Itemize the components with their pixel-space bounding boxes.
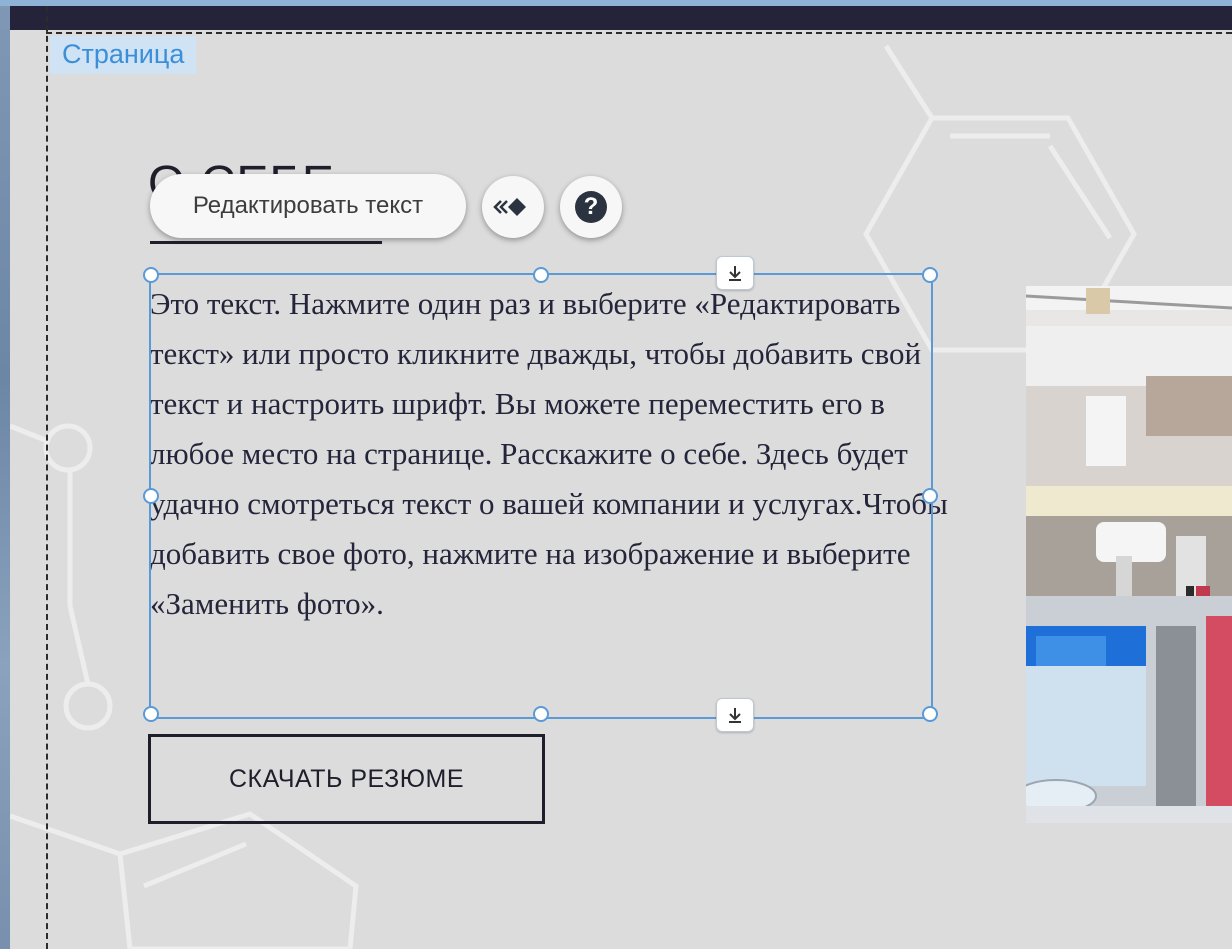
animation-button[interactable] xyxy=(482,176,544,238)
page-canvas[interactable]: Страница О СЕБЕ Это текст. Нажмите один … xyxy=(10,6,1232,949)
page-boundary-top xyxy=(46,32,1232,34)
page-boundary-left xyxy=(46,6,48,949)
resize-handle-top-left[interactable] xyxy=(143,267,159,283)
page-tag[interactable]: Страница xyxy=(50,36,197,74)
resize-handle-bottom-right[interactable] xyxy=(922,706,938,722)
lab-photo-illustration xyxy=(1026,286,1232,823)
lab-photo[interactable] xyxy=(1026,286,1232,823)
download-arrow-icon xyxy=(729,266,741,281)
resize-handle-right[interactable] xyxy=(922,488,938,504)
resize-handle-left[interactable] xyxy=(143,488,159,504)
stretch-bottom-button[interactable] xyxy=(716,698,754,732)
selection-frame[interactable] xyxy=(149,273,933,719)
edit-text-button[interactable]: Редактировать текст xyxy=(150,174,466,238)
stretch-top-button[interactable] xyxy=(716,256,754,290)
resize-handle-top-right[interactable] xyxy=(922,267,938,283)
resize-handle-top[interactable] xyxy=(533,267,549,283)
help-button[interactable]: ? xyxy=(560,176,622,238)
title-underline xyxy=(150,241,382,244)
help-icon: ? xyxy=(575,191,607,223)
animation-icon xyxy=(493,198,526,216)
resize-handle-bottom[interactable] xyxy=(533,706,549,722)
resize-handle-bottom-left[interactable] xyxy=(143,706,159,722)
download-arrow-icon xyxy=(729,708,741,723)
download-resume-button[interactable]: СКАЧАТЬ РЕЗЮМЕ xyxy=(148,734,545,824)
